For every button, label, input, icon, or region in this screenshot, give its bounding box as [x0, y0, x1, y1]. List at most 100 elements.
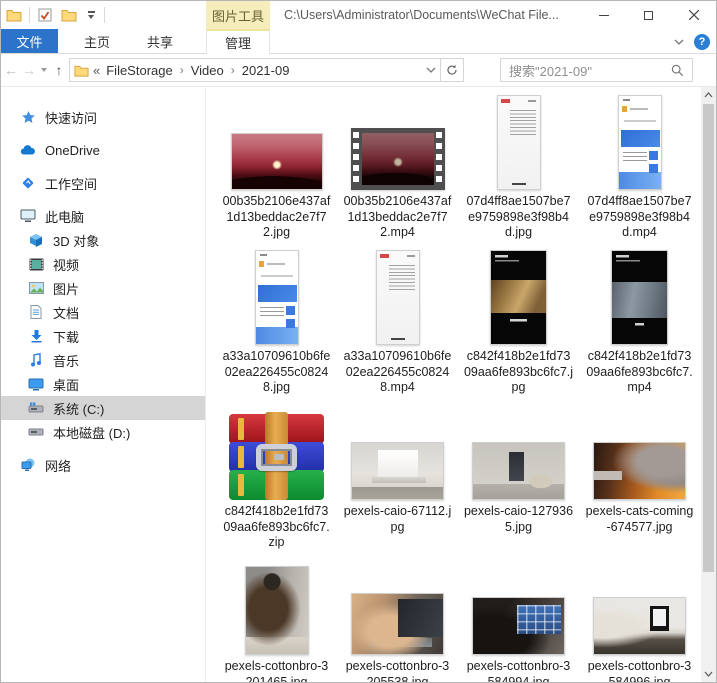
file-item[interactable]: c842f418b2e1fd7309aa6fe893bc6fc7.zip [216, 403, 337, 558]
file-thumbnail-typing-photo [351, 558, 444, 655]
computer-icon [20, 208, 36, 224]
file-name: 00b35b2106e437af1d13beddac2e7f72.jpg [222, 194, 331, 239]
desktop-icon [28, 376, 44, 392]
file-item[interactable]: pexels-cottonbro-3201465.jpg [216, 558, 337, 682]
address-bar[interactable]: « FileStorage › Video › 2021-09 [69, 58, 441, 82]
breadcrumb-separator[interactable]: › [173, 63, 191, 77]
file-name: pexels-caio-1279365.jpg [463, 504, 574, 534]
file-item[interactable]: c842f418b2e1fd7309aa6fe893bc6fc7.jpg [458, 248, 579, 403]
cloud-icon [20, 142, 36, 158]
sidebar-item-network[interactable]: 网络 [1, 453, 205, 477]
maximize-button[interactable] [626, 1, 671, 29]
file-item[interactable]: 00b35b2106e437af1d13beddac2e7f72.jpg [216, 93, 337, 248]
ribbon-tab-bar: 文件 主页 共享 查看 管理 ? [1, 29, 716, 54]
help-icon[interactable]: ? [694, 33, 710, 50]
music-note-icon [28, 352, 44, 368]
document-icon [28, 304, 44, 320]
sidebar-item-3d-objects[interactable]: 3D 对象 [1, 228, 205, 252]
picture-tools-contextual-group: 图片工具 [206, 1, 270, 29]
tab-home[interactable]: 主页 [73, 29, 121, 53]
file-thumbnail-desk-frame-photo [593, 558, 686, 655]
winrar-archive-icon [229, 403, 324, 500]
file-thumbnail-phone-screenshot [496, 93, 541, 190]
d-drive-icon [28, 424, 44, 440]
file-item[interactable]: pexels-cats-coming-674577.jpg [579, 403, 700, 558]
file-thumbnail-sunset-video [350, 93, 445, 190]
file-name: pexels-cottonbro-3584996.jpg [587, 659, 692, 682]
file-name: c842f418b2e1fd7309aa6fe893bc6fc7.zip [223, 504, 330, 549]
customize-toolbar-dropdown-icon[interactable] [84, 11, 98, 19]
up-button[interactable]: ↑ [51, 62, 67, 78]
scroll-down-icon[interactable] [701, 666, 716, 682]
breadcrumb-overflow[interactable]: « [89, 63, 106, 78]
file-thumbnail-phone-screenshot [617, 93, 662, 190]
file-item[interactable]: a33a10709610b6fe02ea226455c08248.jpg [216, 248, 337, 403]
star-icon [20, 109, 36, 125]
file-item[interactable]: 00b35b2106e437af1d13beddac2e7f72.mp4 [337, 93, 458, 248]
file-thumbnail-dark-video-still [490, 248, 547, 345]
file-name: pexels-cottonbro-3201465.jpg [224, 659, 329, 682]
search-icon[interactable] [671, 64, 684, 77]
divider [104, 7, 105, 23]
file-name: 00b35b2106e437af1d13beddac2e7f72.mp4 [343, 194, 452, 239]
sidebar-item-music[interactable]: 音乐 [1, 348, 205, 372]
properties-check-button[interactable] [36, 5, 54, 25]
address-dropdown-chevron-icon[interactable] [426, 67, 436, 73]
sidebar-item-quick-access[interactable]: 快速访问 [1, 105, 205, 129]
sidebar-item-pictures[interactable]: 图片 [1, 276, 205, 300]
explorer-window: 图片工具 C:\Users\Administrator\Documents\We… [0, 0, 717, 683]
file-item[interactable]: pexels-caio-1279365.jpg [458, 403, 579, 558]
vertical-scrollbar[interactable] [701, 87, 716, 682]
tab-share[interactable]: 共享 [136, 29, 184, 53]
sidebar-item-videos[interactable]: 视频 [1, 252, 205, 276]
file-name: pexels-cottonbro-3584994.jpg [466, 659, 571, 682]
sidebar-item-this-pc[interactable]: 此电脑 [1, 204, 205, 228]
tab-file[interactable]: 文件 [1, 29, 58, 53]
breadcrumb-segment[interactable]: FileStorage [106, 63, 172, 78]
file-name: pexels-cats-coming-674577.jpg [585, 504, 694, 534]
sidebar-item-downloads[interactable]: 下载 [1, 324, 205, 348]
forward-button[interactable]: → [21, 62, 37, 78]
file-item[interactable]: pexels-cottonbro-3584994.jpg [458, 558, 579, 682]
refresh-button[interactable] [441, 58, 464, 82]
navigation-pane: 快速访问 OneDrive 工作空间 此电脑 3D 对象 视频 图片 文档 下载… [1, 87, 206, 682]
file-item[interactable]: pexels-caio-67112.jpg [337, 403, 458, 558]
file-item[interactable]: a33a10709610b6fe02ea226455c08248.mp4 [337, 248, 458, 403]
window-title: C:\Users\Administrator\Documents\WeChat … [284, 8, 559, 22]
file-thumbnail-portrait-photo [244, 558, 309, 655]
file-item[interactable]: pexels-cottonbro-3584996.jpg [579, 558, 700, 682]
sidebar-item-workspace[interactable]: 工作空间 [1, 171, 205, 195]
tab-manage[interactable]: 管理 [206, 29, 270, 54]
minimize-button[interactable] [581, 1, 626, 29]
sidebar-item-system-c-drive[interactable]: 系统 (C:) [1, 396, 205, 420]
file-item[interactable]: 07d4ff8ae1507be7e9759898e3f98b4d.mp4 [579, 93, 700, 248]
new-folder-button[interactable] [60, 5, 78, 25]
diamond-icon [20, 175, 36, 191]
breadcrumb-separator[interactable]: › [224, 63, 242, 77]
file-thumbnail-dark-video-still [611, 248, 668, 345]
recent-locations-dropdown-icon[interactable] [41, 68, 47, 72]
back-button[interactable]: ← [3, 62, 19, 78]
search-input[interactable]: 搜索"2021-09" [500, 58, 693, 82]
film-icon [28, 256, 44, 272]
file-item[interactable]: c842f418b2e1fd7309aa6fe893bc6fc7.mp4 [579, 248, 700, 403]
close-button[interactable] [671, 1, 716, 29]
file-thumbnail-cat-photo [593, 403, 686, 500]
filmstrip-icon [350, 128, 445, 190]
scroll-up-icon[interactable] [701, 87, 716, 103]
divider [29, 7, 30, 23]
sidebar-item-desktop[interactable]: 桌面 [1, 372, 205, 396]
sidebar-item-documents[interactable]: 文档 [1, 300, 205, 324]
collapse-ribbon-chevron-icon[interactable] [674, 39, 684, 45]
scrollbar-thumb[interactable] [703, 104, 714, 572]
file-item[interactable]: 07d4ff8ae1507be7e9759898e3f98b4d.jpg [458, 93, 579, 248]
app-folder-icon [5, 5, 23, 25]
sidebar-item-local-d-drive[interactable]: 本地磁盘 (D:) [1, 420, 205, 444]
file-list-pane: 00b35b2106e437af1d13beddac2e7f72.jpg 00b… [206, 87, 701, 682]
breadcrumb-segment[interactable]: 2021-09 [242, 63, 290, 78]
sidebar-item-onedrive[interactable]: OneDrive [1, 138, 205, 162]
refresh-icon [447, 64, 457, 75]
title-bar: 图片工具 C:\Users\Administrator\Documents\We… [1, 1, 716, 29]
file-item[interactable]: pexels-cottonbro-3205538.jpg [337, 558, 458, 682]
breadcrumb-segment[interactable]: Video [191, 63, 224, 78]
